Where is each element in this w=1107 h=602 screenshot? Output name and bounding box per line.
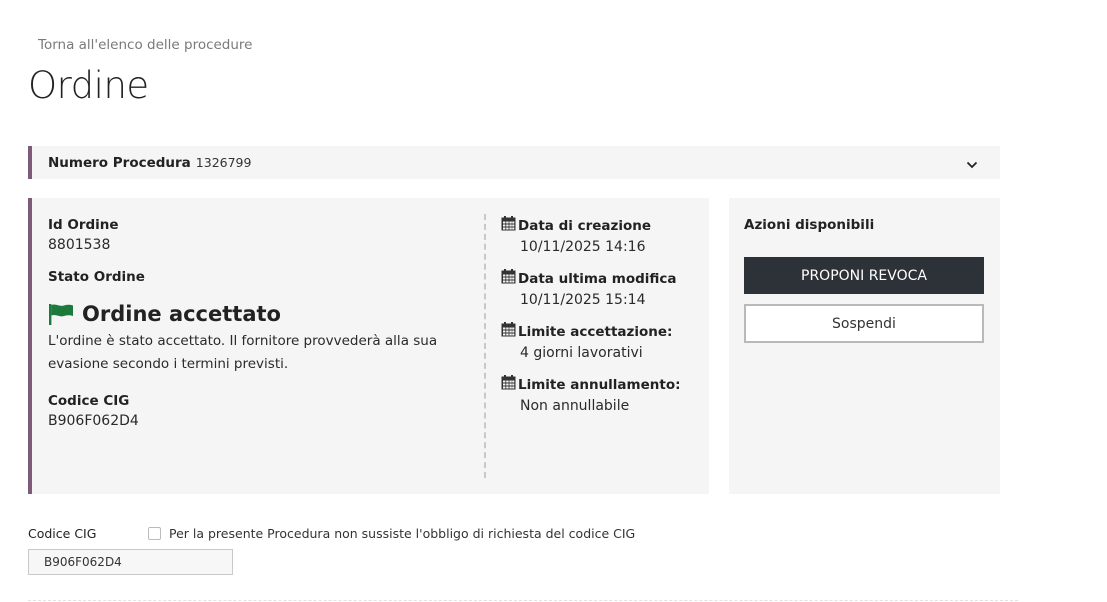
suspend-button[interactable]: Sospendi	[744, 304, 984, 343]
date-value: Non annullabile	[520, 398, 630, 414]
actions-title: Azioni disponibili	[744, 217, 875, 233]
chevron-down-icon[interactable]	[966, 156, 978, 175]
page-title: Ordine	[28, 64, 149, 107]
date-label: Limite accettazione:	[518, 324, 673, 340]
order-state-description: L'ordine è stato accettato. Il fornitore…	[48, 333, 438, 372]
date-item-creation: Data di creazione 10/11/2025 14:16	[501, 216, 701, 258]
order-state-heading: Ordine accettato	[48, 302, 468, 326]
order-info-column: Id Ordine 8801538 Stato Ordine Ordine ac…	[48, 216, 468, 432]
calendar-icon	[501, 216, 518, 236]
cig-exemption-option[interactable]: Per la presente Procedura non sussiste l…	[148, 526, 635, 541]
date-value: 4 giorni lavorativi	[520, 345, 643, 361]
date-item-acceptance-limit: Limite accettazione: 4 giorni lavorativi	[501, 322, 701, 364]
date-label: Limite annullamento:	[518, 377, 681, 393]
order-id-label: Id Ordine	[48, 217, 119, 233]
date-value: 10/11/2025 14:16	[520, 239, 646, 255]
procedure-number-label: Numero Procedura	[48, 154, 191, 171]
procedure-accordion[interactable]: Numero Procedura 1326799	[28, 146, 1000, 179]
calendar-icon	[501, 322, 518, 342]
column-divider	[484, 214, 486, 478]
order-cig-value: B906F062D4	[48, 413, 139, 429]
order-details-card: Id Ordine 8801538 Stato Ordine Ordine ac…	[28, 198, 709, 494]
cig-field-label: Codice CIG	[28, 526, 97, 541]
flag-icon	[48, 303, 74, 325]
order-state-label: Stato Ordine	[48, 269, 145, 285]
cig-input[interactable]	[28, 549, 233, 575]
order-cig-label: Codice CIG	[48, 393, 130, 409]
available-actions-panel: Azioni disponibili PROPONI REVOCA Sospen…	[729, 198, 1000, 494]
date-label: Data di creazione	[518, 218, 652, 234]
cig-exemption-checkbox[interactable]	[148, 527, 161, 540]
date-value: 10/11/2025 15:14	[520, 292, 646, 308]
date-item-cancellation-limit: Limite annullamento: Non annullabile	[501, 375, 701, 417]
section-divider	[28, 600, 1018, 601]
calendar-icon	[501, 375, 518, 395]
calendar-icon	[501, 269, 518, 289]
order-id-value: 8801538	[48, 237, 111, 253]
back-to-procedures-link[interactable]: Torna all'elenco delle procedure	[38, 37, 253, 53]
propose-revocation-button[interactable]: PROPONI REVOCA	[744, 257, 984, 294]
procedure-number-value: 1326799	[195, 155, 252, 170]
order-state-title: Ordine accettato	[82, 302, 281, 326]
date-label: Data ultima modifica	[518, 271, 677, 287]
order-dates-column: Data di creazione 10/11/2025 14:16 Data …	[501, 216, 701, 428]
cig-exemption-label: Per la presente Procedura non sussiste l…	[169, 526, 636, 541]
date-item-last-modified: Data ultima modifica 10/11/2025 15:14	[501, 269, 701, 311]
